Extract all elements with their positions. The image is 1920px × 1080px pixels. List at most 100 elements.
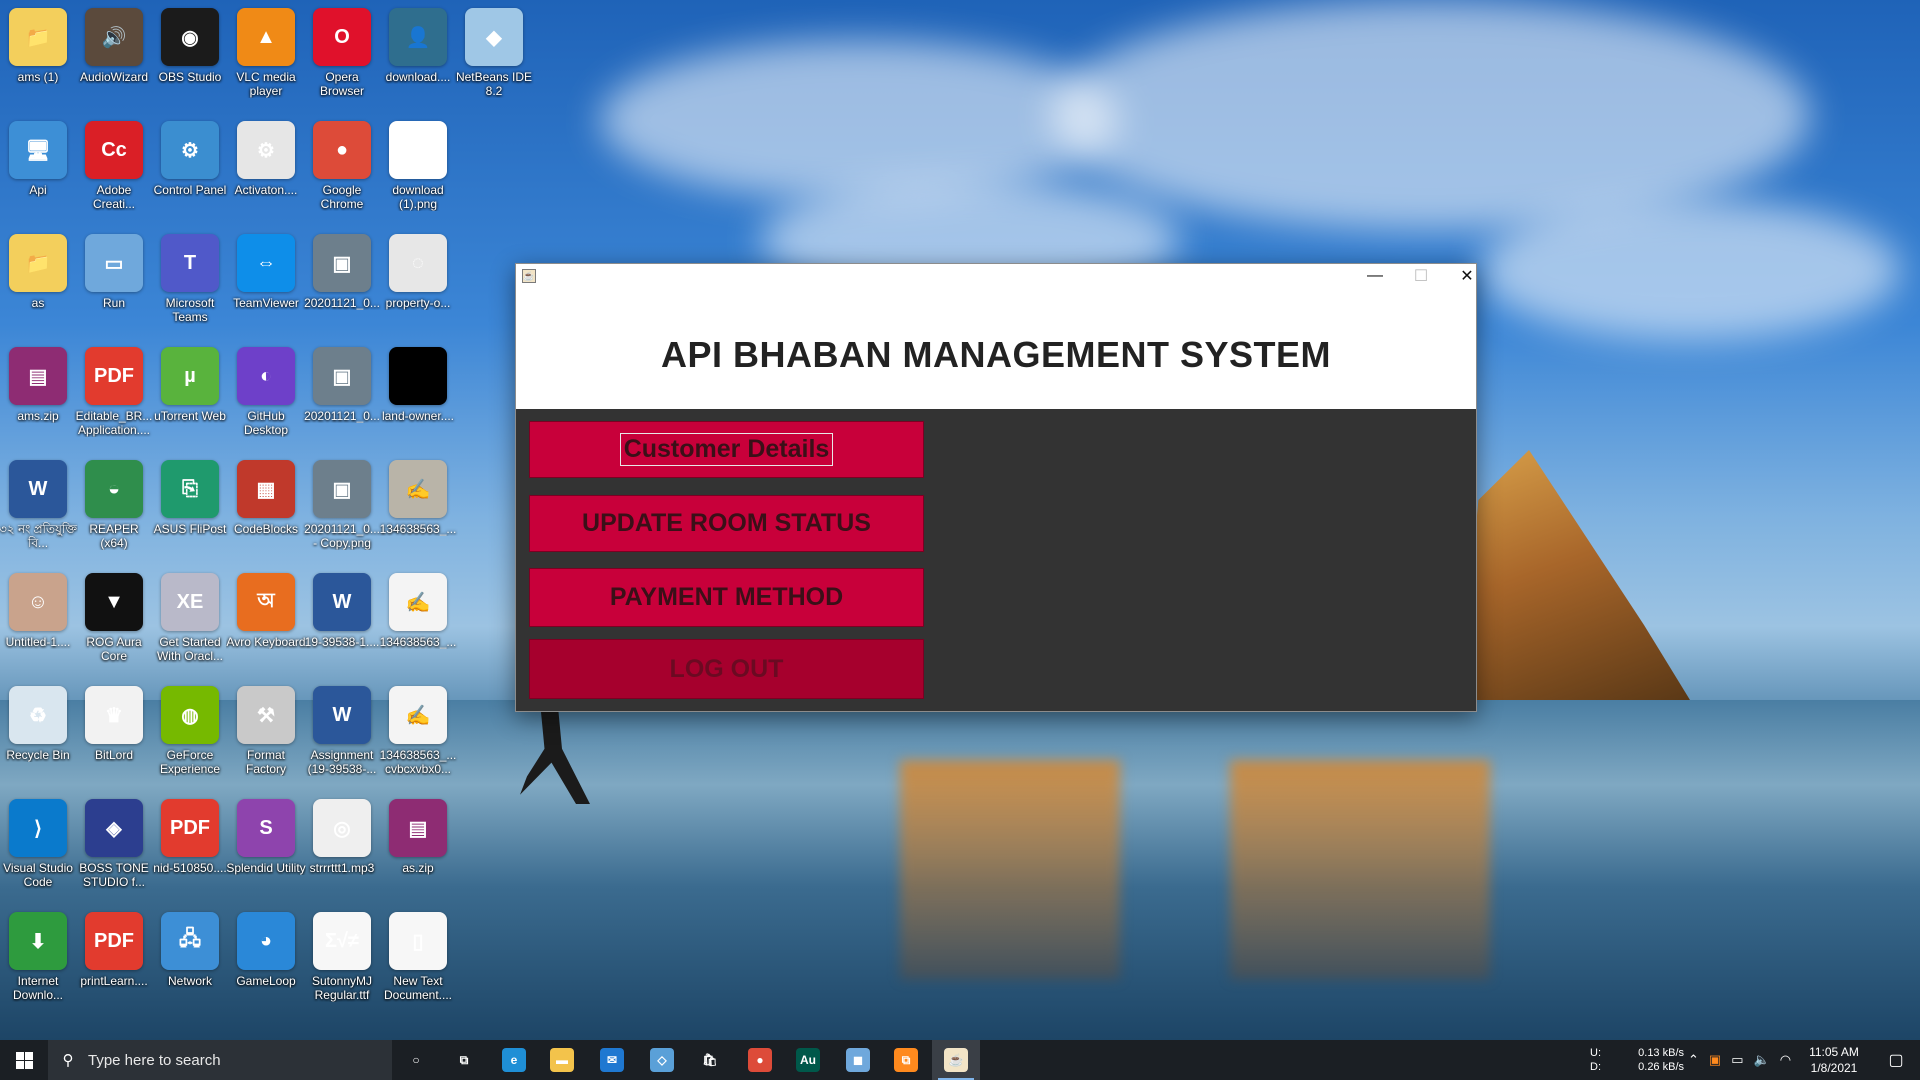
app-icon: ▼ bbox=[85, 573, 143, 631]
desktop-icon[interactable]: ☺ Untitled-1.... bbox=[0, 567, 78, 677]
desktop-icon[interactable]: 🔊 AudioWizard bbox=[74, 2, 154, 112]
notification-icon[interactable]: ▢ bbox=[1876, 1040, 1916, 1080]
app-icon: 🖧 bbox=[161, 912, 219, 970]
desktop-icon[interactable]: W Assignment (19-39538-... bbox=[302, 680, 382, 790]
desktop-icon[interactable]: ◉ OBS Studio bbox=[150, 2, 230, 112]
taskbar-java-app[interactable]: ☕ bbox=[932, 1040, 980, 1080]
desktop-icon[interactable]: ▭ Run bbox=[74, 228, 154, 338]
network-speed: 0.13 kB/s 0.26 kB/s bbox=[1628, 1040, 1684, 1080]
desktop-icon[interactable]: ◈ BOSS TONE STUDIO f... bbox=[74, 793, 154, 903]
desktop-icon[interactable]: ▣ 20201121_0... bbox=[302, 341, 382, 451]
desktop-icon[interactable]: 📁 ams (1) bbox=[0, 2, 78, 112]
desktop-icon[interactable]: 🖧 Network bbox=[150, 906, 230, 1016]
desktop-icon[interactable]: ● Google Chrome bbox=[302, 115, 382, 225]
desktop-icon[interactable]: ⚙ Activaton.... bbox=[226, 115, 306, 225]
desktop-icon[interactable]: ◕ GameLoop bbox=[226, 906, 306, 1016]
desktop-icon[interactable]: ⌂ download (1).png bbox=[378, 115, 458, 225]
customer-details-button[interactable]: Customer Details bbox=[529, 421, 924, 478]
app-icon: µ bbox=[161, 347, 219, 405]
desktop-icon[interactable]: Σ√≠ SutonnyMJ Regular.ttf bbox=[302, 906, 382, 1016]
sublime-tray-icon[interactable]: ▣ bbox=[1709, 1052, 1721, 1068]
desktop-icon[interactable]: ⎘ ASUS FliPost bbox=[150, 454, 230, 564]
desktop-icon[interactable]: ✍ 134638563_... bbox=[378, 454, 458, 564]
app-icon: O bbox=[313, 8, 371, 66]
desktop-icon[interactable]: ◎ strrrttt1.mp3 bbox=[302, 793, 382, 903]
desktop-icon[interactable]: ♛ BitLord bbox=[74, 680, 154, 790]
desktop-icon[interactable]: ⟩ Visual Studio Code bbox=[0, 793, 78, 903]
app-icon: W bbox=[313, 686, 371, 744]
taskbar-virtualbox[interactable]: ◼ bbox=[834, 1040, 882, 1080]
desktop-icon[interactable]: ◒ REAPER (x64) bbox=[74, 454, 154, 564]
payment-method-button[interactable]: PAYMENT METHOD bbox=[529, 568, 924, 627]
app-icon: W bbox=[9, 460, 67, 518]
desktop-icon[interactable]: T Microsoft Teams bbox=[150, 228, 230, 338]
desktop-icon-label: Internet Downlo... bbox=[12, 974, 64, 1002]
desktop-icon-label: Visual Studio Code bbox=[3, 861, 73, 889]
desktop-icon[interactable]: ▲ VLC media player bbox=[226, 2, 306, 112]
window-titlebar[interactable]: ☕ — ☐ ✕ bbox=[516, 264, 1476, 288]
desktop-icon-label: Recycle Bin bbox=[6, 748, 70, 762]
desktop-icon[interactable]: PDF nid-510850.... bbox=[150, 793, 230, 903]
desktop-icon-label: TeamViewer bbox=[233, 296, 299, 310]
desktop-icon[interactable]: µ uTorrent Web bbox=[150, 341, 230, 451]
volume-icon[interactable]: 🔈 bbox=[1754, 1052, 1770, 1068]
desktop-icon[interactable]: ▣ 20201121_0... bbox=[302, 228, 382, 338]
desktop-icon[interactable]: land-owner.... bbox=[378, 341, 458, 451]
desktop-icon[interactable]: 📁 as bbox=[0, 228, 78, 338]
desktop-icon[interactable]: ♻ Recycle Bin bbox=[0, 680, 78, 790]
desktop-icon[interactable]: ◍ GeForce Experience bbox=[150, 680, 230, 790]
taskbar-mail[interactable]: ✉ bbox=[588, 1040, 636, 1080]
desktop-icon[interactable]: W 19-39538-1.... bbox=[302, 567, 382, 677]
desktop-icon[interactable]: PDF Editable_BR... Application.... bbox=[74, 341, 154, 451]
desktop-icon[interactable]: ◐ GitHub Desktop bbox=[226, 341, 306, 451]
desktop-icon[interactable]: ▤ ams.zip bbox=[0, 341, 78, 451]
download-speed: 0.26 kB/s bbox=[1638, 1061, 1684, 1073]
desktop-icon[interactable]: S Splendid Utility bbox=[226, 793, 306, 903]
desktop-icon[interactable]: ✍ 134638563_... cvbcxvbx0... bbox=[378, 680, 458, 790]
minimize-button[interactable]: — bbox=[1352, 264, 1398, 288]
desktop-icon[interactable]: ✍ 134638563_... bbox=[378, 567, 458, 677]
chevron-up-icon[interactable]: ⌃ bbox=[1688, 1052, 1699, 1068]
taskbar-task-view[interactable]: ⧉ bbox=[440, 1040, 488, 1080]
desktop-icon[interactable]: Cc Adobe Creati... bbox=[74, 115, 154, 225]
taskbar-file-explorer[interactable]: ▬ bbox=[538, 1040, 586, 1080]
desktop-icon[interactable]: ⚙ Control Panel bbox=[150, 115, 230, 225]
desktop-icon[interactable]: ⬇ Internet Downlo... bbox=[0, 906, 78, 1016]
desktop-icon[interactable]: PDF printLearn.... bbox=[74, 906, 154, 1016]
desktop-icon[interactable]: 👤 download.... bbox=[378, 2, 458, 112]
desktop-icon[interactable]: ⇔ TeamViewer bbox=[226, 228, 306, 338]
desktop-icon[interactable]: ▦ CodeBlocks bbox=[226, 454, 306, 564]
taskbar-sublime[interactable]: ⧉ bbox=[882, 1040, 930, 1080]
battery-icon[interactable]: ▭ bbox=[1731, 1052, 1743, 1068]
desktop-icon-label: GameLoop bbox=[236, 974, 296, 988]
taskbar-audition[interactable]: Au bbox=[784, 1040, 832, 1080]
desktop-icon[interactable]: ◆ NetBeans IDE 8.2 bbox=[454, 2, 534, 112]
sublime-icon: ⧉ bbox=[894, 1048, 918, 1072]
wifi-icon[interactable]: ◠ bbox=[1780, 1052, 1791, 1068]
desktop-icon[interactable]: 🖥 Api bbox=[0, 115, 78, 225]
search-input[interactable] bbox=[88, 1041, 392, 1079]
taskbar-chrome[interactable]: ● bbox=[736, 1040, 784, 1080]
desktop-icon[interactable]: ◌ property-o... bbox=[378, 228, 458, 338]
desktop-icon[interactable]: ▯ New Text Document.... bbox=[378, 906, 458, 1016]
taskbar-edge[interactable]: e bbox=[490, 1040, 538, 1080]
close-button[interactable]: ✕ bbox=[1444, 264, 1490, 288]
desktop-icon[interactable]: XE Get Started With Oracl... bbox=[150, 567, 230, 677]
taskbar-store[interactable]: 🛍 bbox=[686, 1040, 734, 1080]
desktop-icon-label: 134638563_... cvbcxvbx0... bbox=[379, 748, 457, 776]
update-room-status-button[interactable]: UPDATE ROOM STATUS bbox=[529, 495, 924, 552]
desktop-icon[interactable]: O Opera Browser bbox=[302, 2, 382, 112]
taskbar-search[interactable]: ⚲ bbox=[48, 1040, 392, 1080]
start-button[interactable] bbox=[0, 1040, 48, 1080]
desktop-icon[interactable]: ▤ as.zip bbox=[378, 793, 458, 903]
taskbar-cortana[interactable]: ○ bbox=[392, 1040, 440, 1080]
desktop-icon[interactable]: ⚒ Format Factory bbox=[226, 680, 306, 790]
clock[interactable]: 11:05 AM 1/8/2021 bbox=[1800, 1040, 1868, 1080]
desktop-icon[interactable]: W ৩২ নং প্রতিযুক্তি বি... bbox=[0, 454, 78, 564]
log-out-button[interactable]: LOG OUT bbox=[529, 639, 924, 699]
taskbar-azure-data[interactable]: ◇ bbox=[638, 1040, 686, 1080]
desktop-icon[interactable]: ▣ 20201121_0... - Copy.png bbox=[302, 454, 382, 564]
desktop-icon[interactable]: অ Avro Keyboard bbox=[226, 567, 306, 677]
desktop-icon[interactable]: ▼ ROG Aura Core bbox=[74, 567, 154, 677]
app-icon: S bbox=[237, 799, 295, 857]
